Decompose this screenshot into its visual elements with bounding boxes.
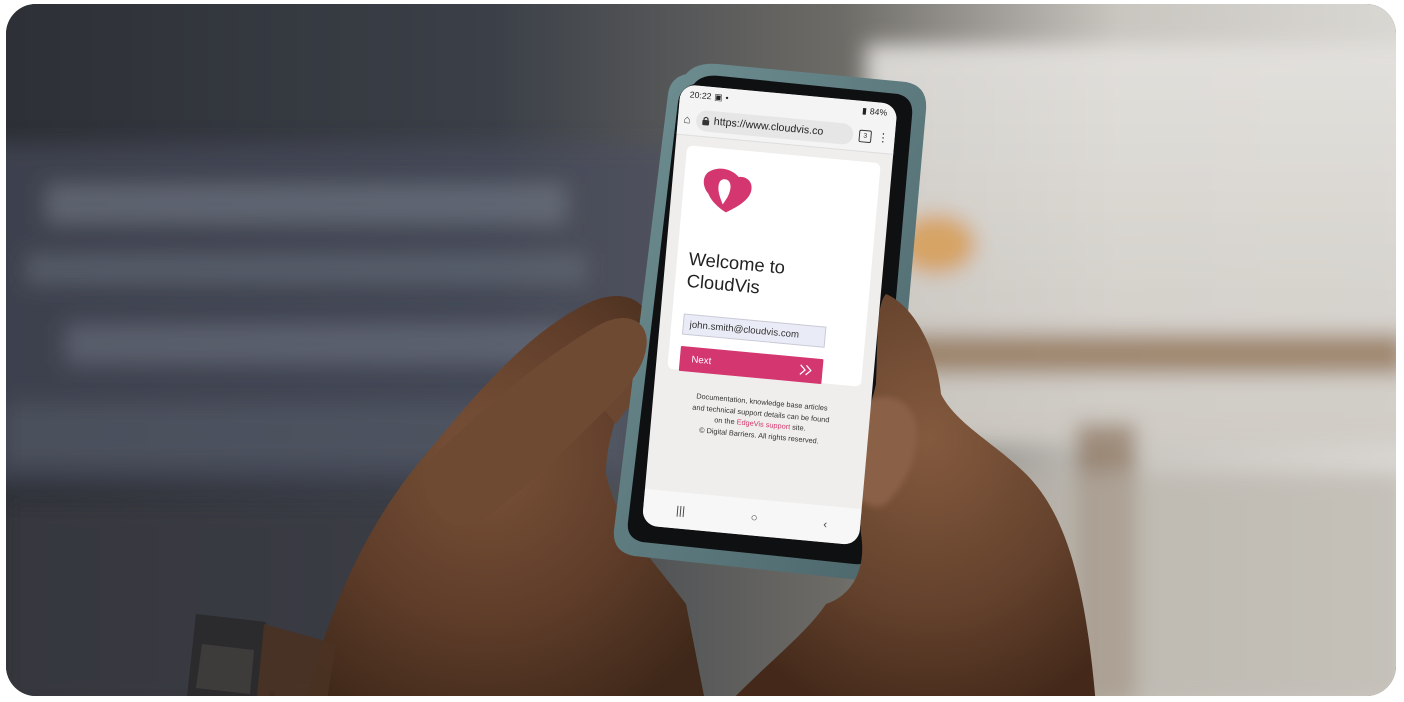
- cloudvis-logo: [703, 168, 752, 213]
- more-vert-icon[interactable]: ⋮: [877, 130, 890, 144]
- next-button-label: Next: [690, 354, 712, 367]
- tab-switcher-icon[interactable]: 3: [858, 129, 873, 143]
- email-field[interactable]: [682, 313, 827, 348]
- footer-line-3-prefix: on the: [713, 415, 738, 427]
- battery-level: 84%: [869, 106, 888, 118]
- home-icon[interactable]: ⌂: [683, 112, 691, 126]
- phone-screen: 20:22 ▣ • ▮ 84% ⌂ https://www.cloudvis.c…: [641, 84, 898, 546]
- lock-icon: [702, 116, 710, 126]
- notification-icon: ▣: [713, 91, 724, 102]
- url-text: https://www.cloudvis.co: [713, 116, 824, 138]
- footer-info: Documentation, knowledge base articles a…: [664, 388, 858, 450]
- welcome-heading: Welcome to CloudVis: [685, 249, 786, 299]
- notification-dot-icon: •: [725, 93, 729, 103]
- recents-icon[interactable]: |||: [676, 503, 686, 517]
- back-icon[interactable]: ‹: [823, 517, 828, 531]
- login-card: Welcome to CloudVis Next: [667, 145, 881, 387]
- status-time: 20:22: [689, 89, 712, 102]
- photo-frame: 20:22 ▣ • ▮ 84% ⌂ https://www.cloudvis.c…: [6, 4, 1396, 696]
- signal-icon: ▮: [861, 105, 868, 116]
- next-button[interactable]: Next: [678, 345, 824, 385]
- nav-home-icon[interactable]: ○: [750, 510, 758, 524]
- footer-line-3-suffix: site.: [789, 422, 807, 433]
- double-chevron-right-icon: [799, 364, 812, 376]
